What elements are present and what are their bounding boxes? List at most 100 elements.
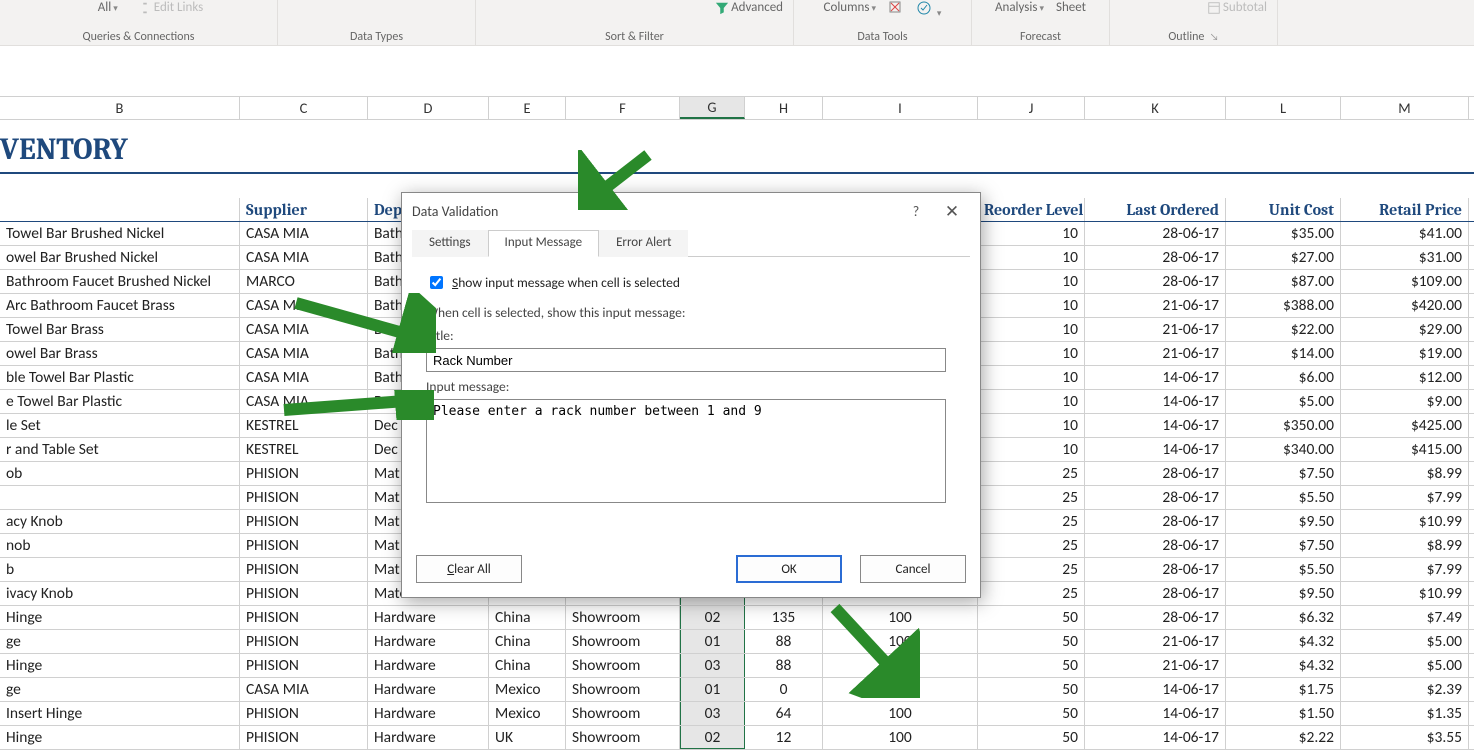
cell[interactable]: 10	[978, 318, 1085, 341]
cell[interactable]: PHISION	[240, 702, 368, 725]
cell[interactable]: 28-06-17	[1085, 510, 1226, 533]
cell[interactable]: 21-06-17	[1085, 318, 1226, 341]
cell[interactable]: CASA MIA	[240, 366, 368, 389]
cell[interactable]: 02	[680, 606, 745, 629]
cell[interactable]: Showroom	[566, 702, 680, 725]
table-row[interactable]: gePHISIONHardwareChinaShowroom0188100502…	[0, 630, 1474, 654]
cell[interactable]: Hinge	[0, 654, 240, 677]
cell[interactable]: 21-06-17	[1085, 630, 1226, 653]
cell[interactable]: Hinge	[0, 726, 240, 749]
cell[interactable]: $2.39	[1341, 678, 1469, 701]
cell[interactable]: Bathroom Faucet Brushed Nickel	[0, 270, 240, 293]
table-row[interactable]: HingePHISIONHardwareChinaShowroom0388100…	[0, 654, 1474, 678]
cell[interactable]: 10	[978, 390, 1085, 413]
cell[interactable]: CASA MIA	[240, 246, 368, 269]
cell[interactable]: $350.00	[1226, 414, 1341, 437]
cell[interactable]: $27.00	[1226, 246, 1341, 269]
cell[interactable]: Showroom	[566, 630, 680, 653]
cell[interactable]: 10	[978, 414, 1085, 437]
cell[interactable]: 28-06-17	[1085, 270, 1226, 293]
cell[interactable]: Insert Hinge	[0, 702, 240, 725]
show-input-message-checkbox[interactable]: Show input message when cell is selected	[426, 273, 956, 292]
cell[interactable]: $9.50	[1226, 510, 1341, 533]
cell[interactable]: 03	[680, 702, 745, 725]
cell[interactable]: Hardware	[368, 630, 489, 653]
cell[interactable]: 10	[978, 366, 1085, 389]
cell[interactable]: 21-06-17	[1085, 294, 1226, 317]
cell[interactable]: PHISION	[240, 726, 368, 749]
cell[interactable]: MARCO	[240, 270, 368, 293]
cell[interactable]: 10	[978, 294, 1085, 317]
cell[interactable]: 135	[745, 606, 823, 629]
cell[interactable]: $1.75	[1226, 678, 1341, 701]
cell[interactable]: 25	[978, 534, 1085, 557]
cell[interactable]: owel Bar Brass	[0, 342, 240, 365]
advanced-filter-button[interactable]: Advanced	[715, 0, 783, 15]
cell[interactable]: $6.00	[1226, 366, 1341, 389]
cell[interactable]: $9.00	[1341, 390, 1469, 413]
cell[interactable]: $415.00	[1341, 438, 1469, 461]
cell[interactable]: $14.00	[1226, 342, 1341, 365]
cell[interactable]: 50	[978, 726, 1085, 749]
col-header-J[interactable]: J	[978, 97, 1085, 119]
table-row[interactable]: HingePHISIONHardwareUKShowroom0212100501…	[0, 726, 1474, 750]
cell[interactable]: owel Bar Brushed Nickel	[0, 246, 240, 269]
col-header-B[interactable]: B	[0, 97, 240, 119]
cell[interactable]: 28-06-17	[1085, 246, 1226, 269]
cell[interactable]: 12	[745, 726, 823, 749]
cell[interactable]: $35.00	[1226, 222, 1341, 245]
cell[interactable]: $3.55	[1341, 726, 1469, 749]
cell[interactable]: Towel Bar Brushed Nickel	[0, 222, 240, 245]
cell[interactable]: 25	[978, 510, 1085, 533]
cell[interactable]: ble Towel Bar Plastic	[0, 366, 240, 389]
table-row[interactable]: Insert HingePHISIONHardwareMexicoShowroo…	[0, 702, 1474, 726]
cell[interactable]: 28-06-17	[1085, 558, 1226, 581]
cell[interactable]: 0	[745, 678, 823, 701]
cell[interactable]: ob	[0, 462, 240, 485]
cell[interactable]: PHISION	[240, 606, 368, 629]
cell[interactable]: 01	[680, 630, 745, 653]
cell[interactable]: $388.00	[1226, 294, 1341, 317]
text-to-columns-button[interactable]: Columns	[824, 0, 876, 15]
cell[interactable]: 64	[745, 702, 823, 725]
cell[interactable]: 28-06-17	[1085, 462, 1226, 485]
cell[interactable]: b	[0, 558, 240, 581]
cell[interactable]: $19.00	[1341, 342, 1469, 365]
cell[interactable]: 10	[978, 222, 1085, 245]
cell[interactable]: $425.00	[1341, 414, 1469, 437]
cell[interactable]: Hardware	[368, 678, 489, 701]
col-header-C[interactable]: C	[240, 97, 368, 119]
title-input[interactable]	[426, 348, 946, 372]
cell[interactable]: e Towel Bar Plastic	[0, 390, 240, 413]
cell[interactable]: 21-06-17	[1085, 654, 1226, 677]
col-header-M[interactable]: M	[1341, 97, 1469, 119]
cell[interactable]: $5.00	[1341, 630, 1469, 653]
col-header-G[interactable]: G	[680, 97, 745, 119]
cell[interactable]: $1.50	[1226, 702, 1341, 725]
cell[interactable]: PHISION	[240, 558, 368, 581]
cell[interactable]: PHISION	[240, 534, 368, 557]
cell[interactable]: $1.35	[1341, 702, 1469, 725]
cell[interactable]: PHISION	[240, 582, 368, 605]
cell[interactable]: ivacy Knob	[0, 582, 240, 605]
cell[interactable]: 10	[978, 342, 1085, 365]
cell[interactable]: PHISION	[240, 654, 368, 677]
cell[interactable]: 88	[745, 654, 823, 677]
input-message-textarea[interactable]	[426, 399, 946, 503]
cell[interactable]: 28-06-17	[1085, 582, 1226, 605]
cell[interactable]: Towel Bar Brass	[0, 318, 240, 341]
cell[interactable]: 100	[823, 726, 978, 749]
cell[interactable]: $31.00	[1341, 246, 1469, 269]
cell[interactable]: 50	[978, 654, 1085, 677]
cell[interactable]: 28-06-17	[1085, 486, 1226, 509]
cell[interactable]: CASA MIA	[240, 678, 368, 701]
cell[interactable]: 50	[978, 630, 1085, 653]
cell[interactable]: Mexico	[489, 678, 566, 701]
cell[interactable]: China	[489, 654, 566, 677]
col-header-E[interactable]: E	[489, 97, 566, 119]
cell[interactable]: Showroom	[566, 654, 680, 677]
cell[interactable]: 25	[978, 486, 1085, 509]
ok-button[interactable]: OK	[736, 555, 842, 583]
cell[interactable]: $7.50	[1226, 534, 1341, 557]
cell[interactable]: Hinge	[0, 606, 240, 629]
